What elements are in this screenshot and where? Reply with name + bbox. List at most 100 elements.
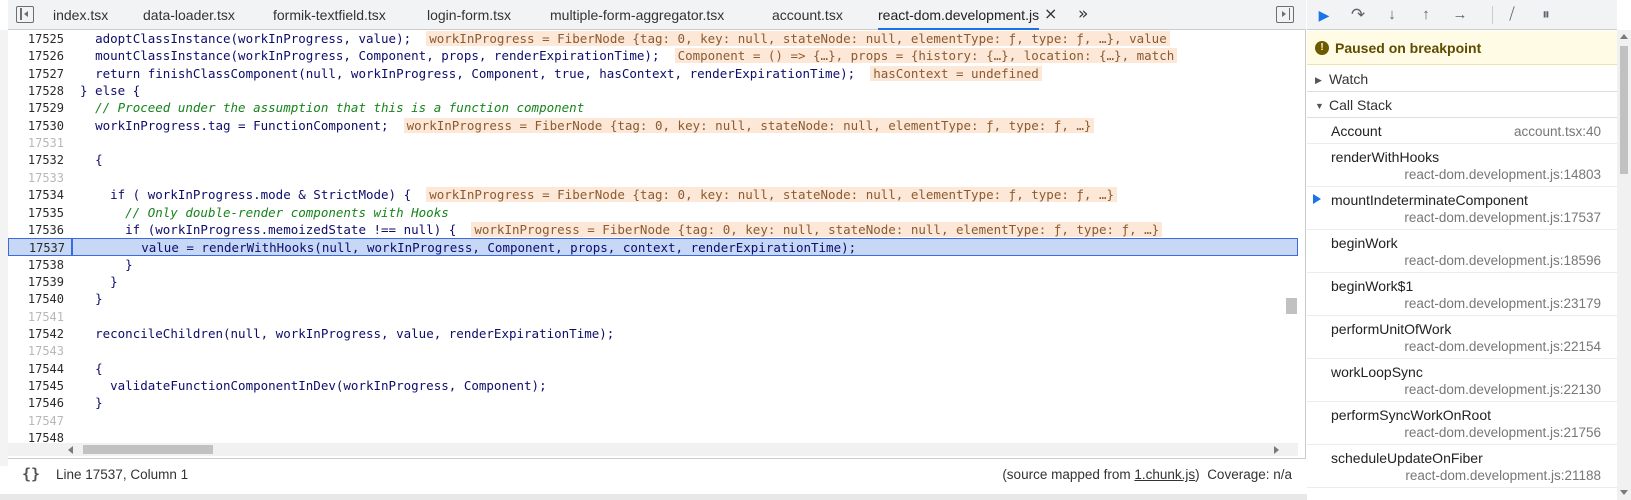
- code-line[interactable]: 17536 if (workInProgress.memoizedState !…: [8, 221, 1298, 239]
- editor-horizontal-scrollbar[interactable]: [8, 443, 1298, 456]
- callstack-section-header[interactable]: ▼ Call Stack: [1307, 92, 1617, 118]
- line-number[interactable]: 17526: [8, 47, 64, 65]
- callstack-frame[interactable]: performUnitOfWork react-dom.development.j…: [1307, 316, 1617, 359]
- resume-icon[interactable]: ▶: [1313, 5, 1335, 25]
- code-line[interactable]: 17530 workInProgress.tag = FunctionCompo…: [8, 117, 1298, 135]
- tab-multiple-form-aggregator-tsx[interactable]: multiple-form-aggregator.tsx: [550, 0, 724, 30]
- pretty-print-icon[interactable]: {}: [22, 465, 40, 483]
- sidebar-scrollbar[interactable]: [1617, 30, 1631, 500]
- line-number[interactable]: 17542: [8, 325, 64, 343]
- line-number[interactable]: 17537: [9, 239, 65, 257]
- tab-react-dom-development-js[interactable]: react-dom.development.js: [878, 0, 1040, 30]
- tab-account-tsx[interactable]: account.tsx: [772, 0, 843, 30]
- tab-close-icon[interactable]: ×: [1044, 0, 1057, 30]
- line-number[interactable]: 17544: [8, 360, 64, 378]
- deactivate-breakpoints-icon[interactable]: ⧸: [1501, 5, 1523, 25]
- code-line[interactable]: 17544 {: [8, 360, 1298, 378]
- code-line[interactable]: 17546 }: [8, 394, 1298, 412]
- line-number[interactable]: 17546: [8, 394, 64, 412]
- code-line[interactable]: 17538 }: [8, 256, 1298, 274]
- code-line[interactable]: 17526 mountClassInstance(workInProgress,…: [8, 47, 1298, 65]
- callstack-frame-current[interactable]: mountIndeterminateComponent react-dom.dev…: [1307, 187, 1617, 230]
- inline-variable-value[interactable]: Component = () => {…}, props = {history:…: [674, 48, 1178, 63]
- callstack-frame[interactable]: scheduleUpdateOnFiber react-dom.developme…: [1307, 445, 1617, 488]
- code-line[interactable]: 17542 reconcileChildren(null, workInProg…: [8, 325, 1298, 343]
- callstack-frame[interactable]: workLoopSync react-dom.development.js:221…: [1307, 359, 1617, 402]
- line-number[interactable]: 17525: [8, 30, 64, 48]
- inline-gap: [855, 66, 870, 81]
- scroll-right-arrow-icon[interactable]: [1274, 446, 1279, 454]
- callstack-frame[interactable]: Account account.tsx:40: [1307, 118, 1617, 144]
- line-number[interactable]: 17528: [8, 82, 64, 100]
- line-number[interactable]: 17529: [8, 99, 64, 117]
- inline-variable-value[interactable]: workInProgress = FiberNode {tag: 0, key:…: [403, 118, 1095, 133]
- line-number[interactable]: 17533: [8, 169, 64, 187]
- step-out-icon[interactable]: ↑: [1415, 5, 1437, 25]
- editor-vertical-scrollbar[interactable]: [1284, 30, 1298, 443]
- code-view[interactable]: 17525 adoptClassInstance(workInProgress,…: [8, 30, 1298, 443]
- code-line[interactable]: 17528 } else {: [8, 82, 1298, 100]
- line-number[interactable]: 17540: [8, 290, 64, 308]
- callstack-frame[interactable]: beginWork react-dom.development.js:18596: [1307, 230, 1617, 273]
- line-number[interactable]: 17536: [8, 221, 64, 239]
- code-line[interactable]: 17548: [8, 429, 1298, 443]
- source-mapped-link[interactable]: 1.chunk.js: [1134, 467, 1195, 482]
- toggle-navigator-icon[interactable]: [16, 6, 34, 23]
- scroll-up-arrow-icon[interactable]: [1620, 34, 1628, 39]
- scroll-left-arrow-icon[interactable]: [68, 446, 73, 454]
- code-line[interactable]: 17529 // Proceed under the assumption th…: [8, 99, 1298, 117]
- more-tabs-icon[interactable]: »: [1078, 0, 1088, 30]
- line-number[interactable]: 17548: [8, 429, 64, 443]
- inline-variable-value[interactable]: workInProgress = FiberNode {tag: 0, key:…: [426, 187, 1118, 202]
- line-number[interactable]: 17535: [8, 204, 64, 222]
- pause-on-exceptions-icon[interactable]: ⏸: [1535, 5, 1557, 25]
- current-execution-line[interactable]: 17537 value = renderWithHooks(null, work…: [8, 238, 1298, 256]
- code-line[interactable]: 17525 adoptClassInstance(workInProgress,…: [8, 30, 1298, 48]
- tab-data-loader-tsx[interactable]: data-loader.tsx: [143, 0, 235, 30]
- scroll-down-arrow-icon[interactable]: [1620, 490, 1628, 495]
- line-number[interactable]: 17527: [8, 65, 64, 83]
- line-number[interactable]: 17545: [8, 377, 64, 395]
- line-number[interactable]: 17538: [8, 256, 64, 274]
- code-line[interactable]: 17545 validateFunctionComponentInDev(wor…: [8, 377, 1298, 395]
- code-line[interactable]: 17547: [8, 412, 1298, 430]
- toggle-debugger-icon[interactable]: [1276, 6, 1294, 23]
- inline-variable-value[interactable]: workInProgress = FiberNode {tag: 0, key:…: [426, 31, 1170, 46]
- sidebar-scroll-thumb[interactable]: [1620, 46, 1628, 174]
- code-text: } else {: [80, 82, 140, 100]
- editor-horizontal-scroll-thumb[interactable]: [83, 445, 213, 454]
- line-number[interactable]: 17547: [8, 412, 64, 430]
- callstack-frame[interactable]: renderWithHooks react-dom.development.js:…: [1307, 144, 1617, 187]
- inline-gap: [411, 31, 426, 46]
- line-number[interactable]: 17541: [8, 308, 64, 326]
- code-line[interactable]: 17527 return finishClassComponent(null, …: [8, 65, 1298, 83]
- watch-section-header[interactable]: ▶ Watch: [1307, 66, 1617, 92]
- code-line[interactable]: 17531: [8, 134, 1298, 152]
- code-line[interactable]: 17532 {: [8, 151, 1298, 169]
- tab-formik-textfield-tsx[interactable]: formik-textfield.tsx: [273, 0, 386, 30]
- code-line[interactable]: 17539 }: [8, 273, 1298, 291]
- tab-index-tsx[interactable]: index.tsx: [53, 0, 108, 30]
- code-line[interactable]: 17533: [8, 169, 1298, 187]
- line-number[interactable]: 17530: [8, 117, 64, 135]
- editor-vertical-scroll-thumb[interactable]: [1286, 298, 1297, 314]
- callstack-frame[interactable]: beginWork$1 react-dom.development.js:2317…: [1307, 273, 1617, 316]
- line-number[interactable]: 17534: [8, 186, 64, 204]
- code-line[interactable]: 17535 // Only double-render components w…: [8, 204, 1298, 222]
- code-line[interactable]: 17540 }: [8, 290, 1298, 308]
- step-icon[interactable]: →: [1449, 5, 1471, 25]
- tab-login-form-tsx[interactable]: login-form.tsx: [427, 0, 511, 30]
- inline-variable-value[interactable]: workInProgress = FiberNode {tag: 0, key:…: [471, 222, 1163, 237]
- code-line[interactable]: 17534 if ( workInProgress.mode & StrictM…: [8, 186, 1298, 204]
- code-line[interactable]: 17543: [8, 342, 1298, 360]
- step-over-icon[interactable]: ↷: [1347, 5, 1369, 25]
- callstack-frame[interactable]: performSyncWorkOnRoot react-dom.developme…: [1307, 402, 1617, 445]
- code-line[interactable]: 17541: [8, 308, 1298, 326]
- line-number[interactable]: 17531: [8, 134, 64, 152]
- inline-variable-value[interactable]: hasContext = undefined: [870, 66, 1042, 81]
- line-number[interactable]: 17543: [8, 342, 64, 360]
- line-number[interactable]: 17532: [8, 151, 64, 169]
- step-into-icon[interactable]: ↓: [1381, 5, 1403, 25]
- line-number[interactable]: 17539: [8, 273, 64, 291]
